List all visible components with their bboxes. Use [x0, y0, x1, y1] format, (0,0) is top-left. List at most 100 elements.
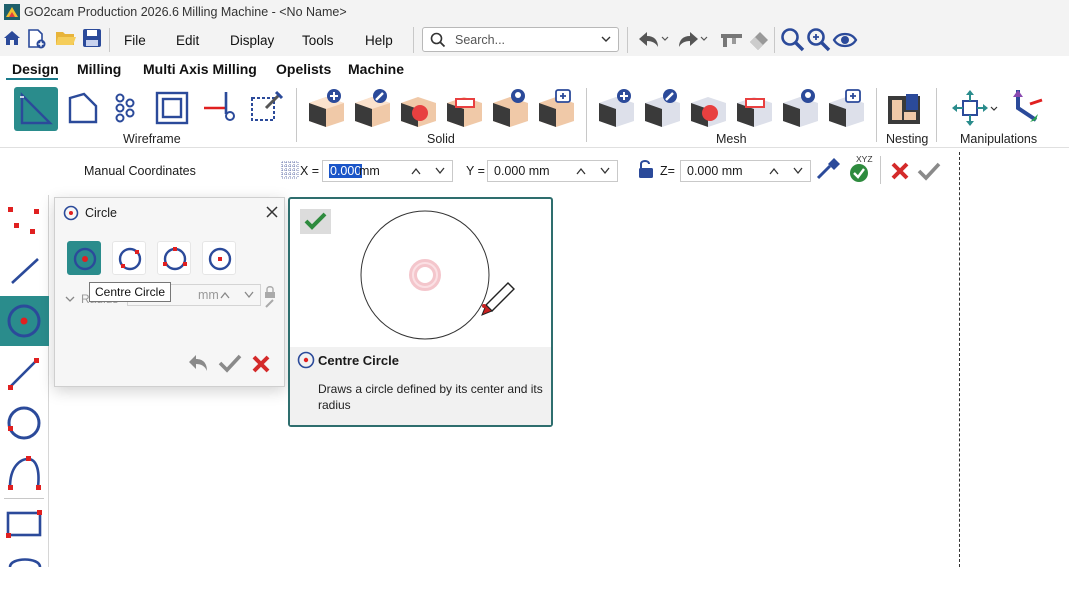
solid-hole-icon[interactable]: [398, 87, 438, 127]
home-icon[interactable]: [2, 28, 22, 48]
redo-icon[interactable]: [676, 28, 700, 50]
mesh-medkit-icon[interactable]: [826, 87, 866, 127]
group-separator: [936, 88, 937, 142]
decrement-icon[interactable]: [435, 167, 445, 175]
profile-shape-icon[interactable]: [64, 88, 104, 128]
solid-pocket-icon[interactable]: [444, 87, 484, 127]
search-box[interactable]: Search...: [422, 27, 619, 52]
x-label: X =: [300, 164, 320, 178]
rectangle-icon[interactable]: [0, 503, 49, 553]
three-point-circle-button[interactable]: [157, 241, 191, 275]
solid-medkit-icon[interactable]: [536, 87, 576, 127]
document-title: Milling Machine - <No Name>: [182, 5, 347, 19]
chevron-down-icon[interactable]: [661, 36, 669, 42]
two-point-circle-button[interactable]: [112, 241, 146, 275]
mesh-info-icon[interactable]: [780, 87, 820, 127]
circle-3points-icon[interactable]: [0, 399, 49, 449]
open-folder-icon[interactable]: [55, 28, 77, 48]
y-value[interactable]: 0.000 mm: [494, 164, 550, 178]
mesh-hole-icon[interactable]: [688, 87, 728, 127]
hole-pattern-icon[interactable]: [108, 88, 148, 128]
preview-title: Centre Circle: [318, 353, 399, 368]
increment-icon[interactable]: [576, 167, 586, 175]
x-value-selected[interactable]: 0.000: [329, 164, 363, 178]
wireframe-sketch-button[interactable]: [14, 87, 58, 131]
increment-icon[interactable]: [769, 167, 779, 175]
mesh-pocket-icon[interactable]: [734, 87, 774, 127]
segment-icon[interactable]: [0, 349, 49, 399]
app-title: GO2cam Production 2026.6: [24, 5, 179, 19]
mesh-edit-icon[interactable]: [642, 87, 682, 127]
zoom-fit-icon[interactable]: [806, 27, 832, 53]
increment-icon[interactable]: [220, 291, 230, 299]
decrement-icon[interactable]: [244, 291, 254, 299]
nesting-icon[interactable]: [884, 88, 924, 128]
z-value[interactable]: 0.000 mm: [687, 164, 743, 178]
menu-edit[interactable]: Edit: [176, 33, 199, 48]
ribbon-tabs: Design Milling Multi Axis Milling Opelis…: [0, 56, 1069, 82]
chevron-down-icon[interactable]: [65, 296, 75, 304]
caliper-icon[interactable]: [718, 28, 746, 50]
undo-icon[interactable]: [637, 28, 661, 50]
solid-info-icon[interactable]: [490, 87, 530, 127]
transform-icon[interactable]: [1008, 86, 1048, 126]
wireframe-tool-icon[interactable]: [246, 88, 286, 128]
line-icon[interactable]: [0, 247, 49, 297]
eraser-icon[interactable]: [746, 28, 772, 50]
z-coordinate-field[interactable]: 0.000 mm: [680, 160, 811, 182]
unlock-icon[interactable]: [636, 158, 656, 180]
new-document-icon[interactable]: [26, 28, 48, 50]
search-icon: [430, 32, 446, 48]
mesh-add-icon[interactable]: [596, 87, 636, 127]
menu-display[interactable]: Display: [230, 33, 274, 48]
chevron-down-icon[interactable]: [700, 36, 708, 42]
coordbar-title: Manual Coordinates: [84, 164, 196, 178]
tab-machine[interactable]: Machine: [348, 61, 404, 77]
solid-add-icon[interactable]: [306, 87, 346, 127]
menu-separator: [774, 27, 775, 53]
offset-rectangle-icon[interactable]: [152, 88, 192, 128]
tab-multi-axis-milling[interactable]: Multi Axis Milling: [143, 61, 257, 77]
centre-circle-icon: [297, 351, 315, 369]
more-shapes-icon[interactable]: [0, 551, 49, 601]
trim-intersection-icon[interactable]: [200, 88, 240, 128]
tab-design[interactable]: Design: [12, 61, 59, 77]
view-eye-icon[interactable]: [832, 27, 860, 53]
arc-icon[interactable]: [0, 449, 49, 499]
confirm-check-icon[interactable]: [217, 353, 243, 373]
group-label-solid: Solid: [427, 132, 455, 146]
tangent-circle-button[interactable]: [202, 241, 236, 275]
confirm-check-icon[interactable]: [916, 160, 942, 182]
x-coordinate-field[interactable]: 0.000 mm: [322, 160, 453, 182]
decrement-icon[interactable]: [600, 167, 610, 175]
chevron-down-icon[interactable]: [990, 106, 998, 112]
circle-tool-button[interactable]: [0, 296, 49, 346]
grid-icon[interactable]: [281, 161, 299, 179]
pick-point-icon[interactable]: [814, 156, 842, 182]
move-arrows-icon[interactable]: [950, 88, 990, 128]
tab-opelists[interactable]: Opelists: [276, 61, 331, 77]
group-label-mesh: Mesh: [716, 132, 747, 146]
x-unit: mm: [359, 164, 380, 178]
increment-icon[interactable]: [411, 167, 421, 175]
points-icon[interactable]: [0, 199, 49, 249]
lock-pick-icon[interactable]: [263, 284, 277, 308]
cancel-icon[interactable]: [889, 160, 911, 182]
tab-milling[interactable]: Milling: [77, 61, 121, 77]
save-icon[interactable]: [82, 28, 102, 48]
zoom-icon[interactable]: [780, 27, 806, 53]
chevron-down-icon[interactable]: [601, 36, 611, 44]
preview-info: Centre Circle Draws a circle defined by …: [290, 347, 551, 425]
close-icon[interactable]: [265, 205, 279, 219]
y-coordinate-field[interactable]: 0.000 mm: [487, 160, 618, 182]
centre-circle-mode-button[interactable]: [67, 241, 101, 275]
solid-edit-icon[interactable]: [352, 87, 392, 127]
cancel-icon[interactable]: [250, 353, 272, 375]
search-input[interactable]: Search...: [455, 33, 505, 47]
validate-xyz-icon[interactable]: [848, 160, 872, 184]
menu-file[interactable]: File: [124, 33, 146, 48]
decrement-icon[interactable]: [793, 167, 803, 175]
menu-help[interactable]: Help: [365, 33, 393, 48]
undo-icon[interactable]: [186, 351, 210, 375]
menu-tools[interactable]: Tools: [302, 33, 334, 48]
